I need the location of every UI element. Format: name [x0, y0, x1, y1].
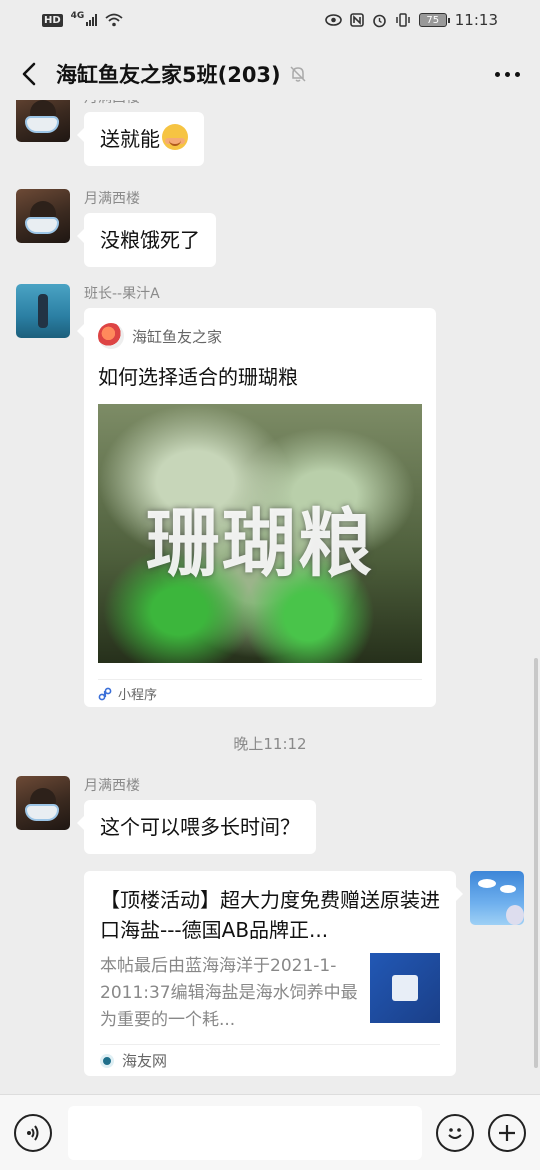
mini-program-source: 海缸鱼友之家: [132, 327, 223, 346]
mini-program-label: 小程序: [118, 688, 158, 703]
mini-program-image: 珊瑚粮: [98, 404, 422, 663]
message-item: 月满西楼 这个可以喂多长时间？: [16, 776, 316, 854]
message-text: 没粮饿死了: [100, 228, 200, 252]
voice-icon[interactable]: [14, 1113, 52, 1152]
add-icon[interactable]: [488, 1113, 526, 1152]
scrollbar[interactable]: [534, 658, 538, 1068]
status-left: HD 4G: [42, 11, 123, 27]
mute-icon: [289, 65, 307, 83]
more-icon[interactable]: [491, 66, 524, 83]
message-bubble[interactable]: 送就能: [77, 112, 204, 166]
message-bubble[interactable]: 没粮饿死了: [77, 213, 216, 267]
chat-header: 海缸鱼友之家5班(203): [0, 40, 540, 108]
site-icon: [100, 1053, 114, 1068]
link-site-name: 海友网: [122, 1052, 168, 1070]
message-item-self: 【顶楼活动】超大力度免费赠送原装进口海盐---德国AB品牌正... 本帖最后由蓝…: [84, 871, 524, 1076]
avatar[interactable]: [16, 100, 70, 142]
avatar[interactable]: [16, 189, 70, 243]
link-footer: 海友网: [100, 1044, 440, 1076]
status-time: 11:13: [454, 11, 498, 29]
link-content: 本帖最后由蓝海海洋于2021-1-2011:37编辑海盐是海水饲养中最为重要的一…: [100, 953, 440, 1034]
mini-program-icon: [98, 687, 112, 700]
avatar[interactable]: [470, 871, 524, 925]
hd-badge: HD: [42, 13, 63, 27]
sender-name: 班长--果汁A: [84, 286, 160, 302]
timestamp: 晚上11:12: [233, 735, 307, 753]
avatar[interactable]: [16, 284, 70, 338]
emoji-icon[interactable]: [436, 1113, 474, 1152]
eye-icon: [324, 14, 342, 26]
link-title: 【顶楼活动】超大力度免费赠送原装进口海盐---德国AB品牌正...: [100, 888, 440, 942]
link-thumbnail: [370, 953, 440, 1023]
mini-program-card[interactable]: 海缸鱼友之家 如何选择适合的珊瑚粮 珊瑚粮 小程序: [77, 308, 436, 707]
signal-icon: [86, 14, 98, 26]
message-text: 送就能: [100, 127, 160, 151]
message-item: 月满西楼 送就能: [16, 100, 204, 166]
back-icon[interactable]: [16, 61, 42, 87]
mini-program-footer: 小程序: [98, 679, 422, 707]
nfc-icon: [349, 13, 364, 27]
message-item: 班长--果汁A 海缸鱼友之家 如何选择适合的珊瑚粮 珊瑚粮 小程序: [16, 284, 436, 707]
status-right: 75 11:13: [324, 11, 498, 29]
message-item: 月满西楼 没粮饿死了: [16, 189, 216, 267]
sender-name: 月满西楼: [84, 778, 140, 794]
mini-program-logo-icon: [98, 323, 124, 349]
vibrate-icon: [396, 13, 410, 27]
avatar[interactable]: [16, 776, 70, 830]
link-description: 本帖最后由蓝海海洋于2021-1-2011:37编辑海盐是海水饲养中最为重要的一…: [100, 956, 358, 1030]
mini-program-image-text: 珊瑚粮: [146, 501, 374, 587]
link-card[interactable]: 【顶楼活动】超大力度免费赠送原装进口海盐---德国AB品牌正... 本帖最后由蓝…: [84, 871, 463, 1076]
battery-icon: 75: [418, 13, 450, 27]
chat-title: 海缸鱼友之家5班(203): [56, 63, 281, 87]
sender-name: 月满西楼: [84, 191, 140, 207]
input-bar: [0, 1094, 540, 1170]
message-input[interactable]: [68, 1105, 422, 1160]
network-type: 4G: [70, 11, 85, 21]
sender-name: 月满西楼: [84, 100, 204, 108]
message-bubble[interactable]: 这个可以喂多长时间？: [77, 800, 316, 854]
mini-program-title: 如何选择适合的珊瑚粮: [98, 365, 298, 389]
chat-area[interactable]: 月满西楼 送就能 月满西楼 没粮饿死了 班长--果汁A 海缸鱼友之家 如何选择适…: [0, 100, 540, 1095]
wifi-icon: [105, 13, 123, 27]
alarm-icon: [372, 14, 386, 27]
status-bar: HD 4G 75 11:13: [0, 0, 540, 40]
message-text: 这个可以喂多长时间？: [100, 815, 300, 839]
mini-program-header: 海缸鱼友之家: [98, 322, 422, 350]
emoji-icon: [162, 124, 188, 150]
